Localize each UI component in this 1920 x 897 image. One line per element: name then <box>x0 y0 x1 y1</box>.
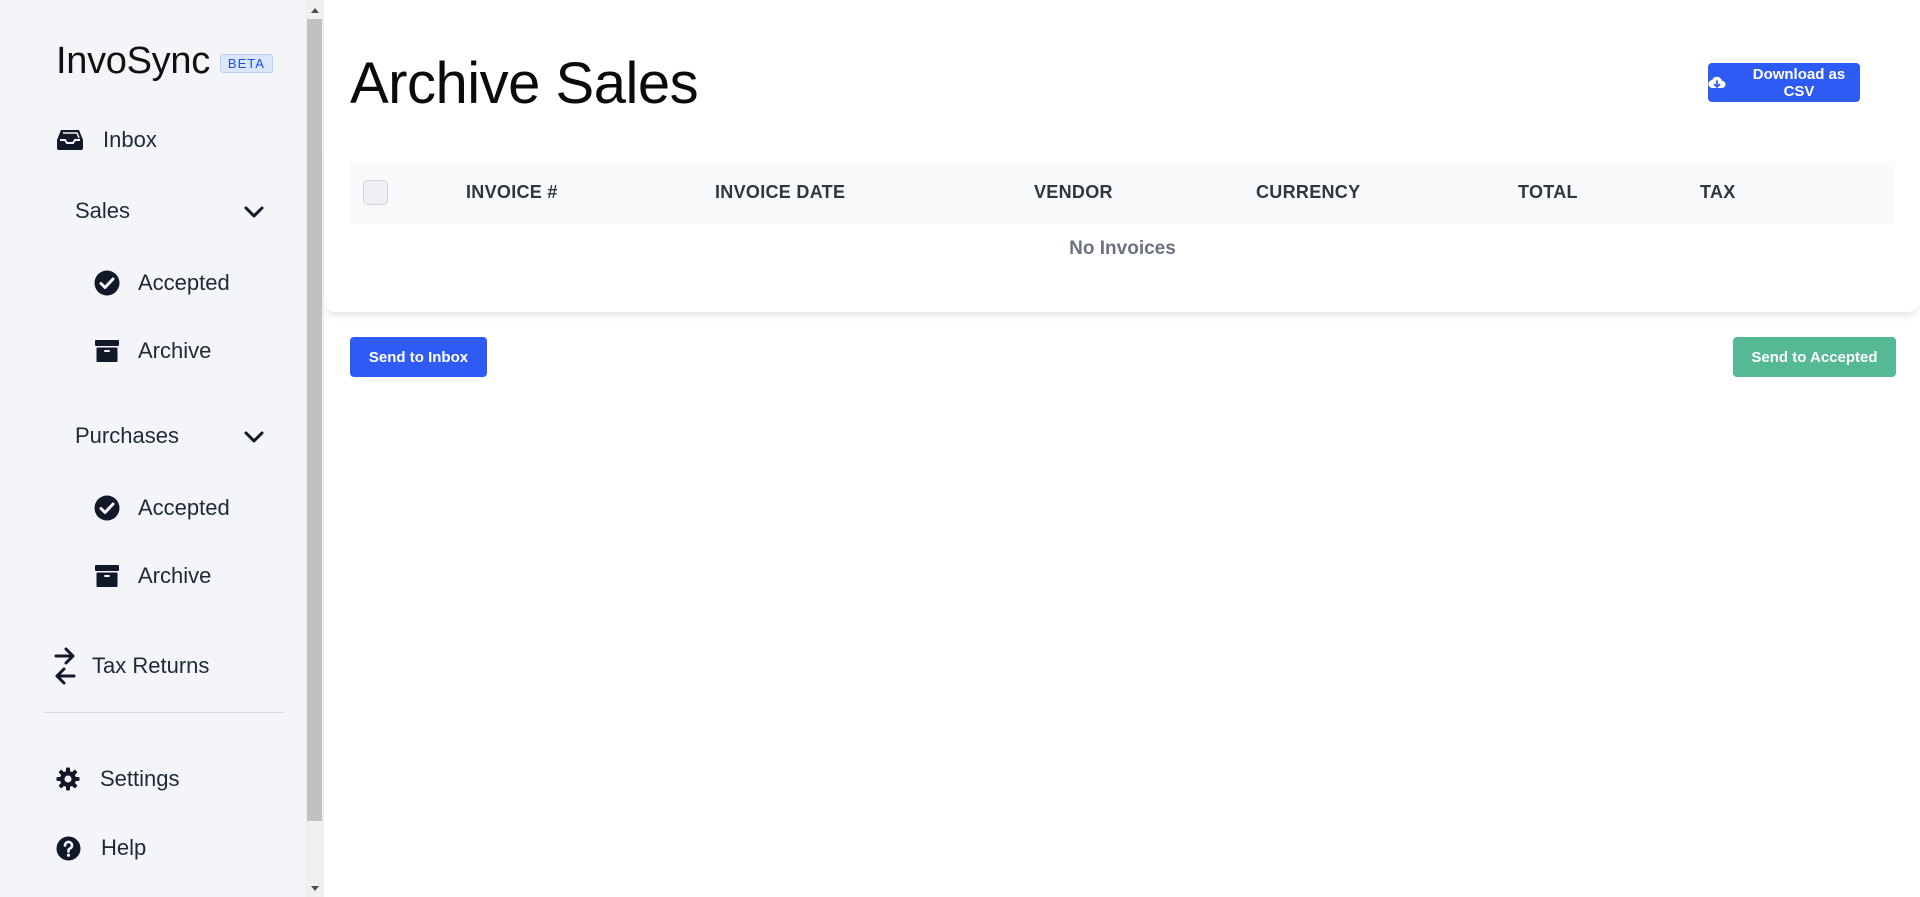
check-circle-icon <box>94 495 120 521</box>
nav-purchases-accepted-label: Accepted <box>138 495 230 520</box>
table-header: INVOICE # INVOICE DATE VENDOR CURRENCY T… <box>350 161 1895 224</box>
main-content: Archive Sales Download as CSV INVOICE # … <box>324 0 1920 897</box>
invoice-table-card: INVOICE # INVOICE DATE VENDOR CURRENCY T… <box>324 142 1920 312</box>
sidebar-scrollbar[interactable] <box>305 0 324 897</box>
nav-help[interactable]: Help <box>56 835 146 861</box>
column-header-total[interactable]: TOTAL <box>1518 161 1578 224</box>
nav-purchases-archive-label: Archive <box>138 563 212 588</box>
nav-sales-archive[interactable]: Archive <box>94 338 211 364</box>
nav-purchases-accepted[interactable]: Accepted <box>94 495 230 521</box>
empty-state-message: No Invoices <box>1069 238 1176 259</box>
nav-settings-label: Settings <box>100 766 180 791</box>
chevron-down-icon[interactable] <box>244 431 264 449</box>
scrollbar-thumb[interactable] <box>307 19 322 821</box>
brand-name: InvoSync <box>56 40 210 82</box>
download-csv-label: Download as CSV <box>1752 65 1846 100</box>
nav-tax-returns-label: Tax Returns <box>92 653 210 678</box>
archive-box-icon <box>94 338 120 364</box>
send-to-accepted-label: Send to Accepted <box>1751 348 1878 366</box>
nav-help-label: Help <box>101 835 147 860</box>
nav-purchases-archive[interactable]: Archive <box>94 563 211 589</box>
column-header-invoice-number[interactable]: INVOICE # <box>466 161 558 224</box>
nav-purchases-toggle[interactable]: Purchases <box>75 423 179 449</box>
send-to-accepted-button[interactable]: Send to Accepted <box>1733 337 1896 377</box>
sidebar-divider <box>44 712 284 713</box>
select-all-checkbox[interactable] <box>363 180 388 205</box>
nav-sales-toggle[interactable]: Sales <box>75 198 130 224</box>
nav-sales-accepted-label: Accepted <box>138 270 230 295</box>
page-title: Archive Sales <box>350 51 699 116</box>
beta-badge: BETA <box>219 54 273 73</box>
nav-inbox[interactable]: Inbox <box>56 126 157 154</box>
column-header-vendor[interactable]: VENDOR <box>1034 161 1113 224</box>
scroll-down-arrow-icon[interactable] <box>305 880 324 897</box>
nav-tax-returns[interactable]: Tax Returns <box>54 646 209 686</box>
nav-settings[interactable]: Settings <box>56 766 180 792</box>
download-csv-button[interactable]: Download as CSV <box>1708 63 1860 102</box>
cloud-download-icon <box>1708 75 1726 91</box>
send-to-inbox-label: Send to Inbox <box>368 348 469 366</box>
nav-purchases-label: Purchases <box>75 423 179 448</box>
nav-sales-label: Sales <box>75 198 131 223</box>
nav-sales-accepted[interactable]: Accepted <box>94 270 230 296</box>
check-circle-icon <box>94 270 120 296</box>
gear-icon <box>56 767 80 791</box>
column-header-invoice-date[interactable]: INVOICE DATE <box>715 161 845 224</box>
archive-box-icon <box>94 563 120 589</box>
question-circle-icon <box>56 836 81 861</box>
scroll-up-arrow-icon[interactable] <box>305 1 324 18</box>
sidebar: InvoSync BETA Inbox Sales Accepted Archi… <box>0 0 305 897</box>
column-header-currency[interactable]: CURRENCY <box>1256 161 1360 224</box>
nav-sales-archive-label: Archive <box>138 338 212 363</box>
chevron-down-icon[interactable] <box>244 206 264 224</box>
brand[interactable]: InvoSync BETA <box>56 40 273 83</box>
inbox-icon <box>56 126 84 154</box>
send-to-inbox-button[interactable]: Send to Inbox <box>350 337 487 377</box>
nav-inbox-label: Inbox <box>103 127 157 152</box>
arrows-right-left-icon <box>54 646 76 686</box>
column-header-tax[interactable]: TAX <box>1700 161 1736 224</box>
